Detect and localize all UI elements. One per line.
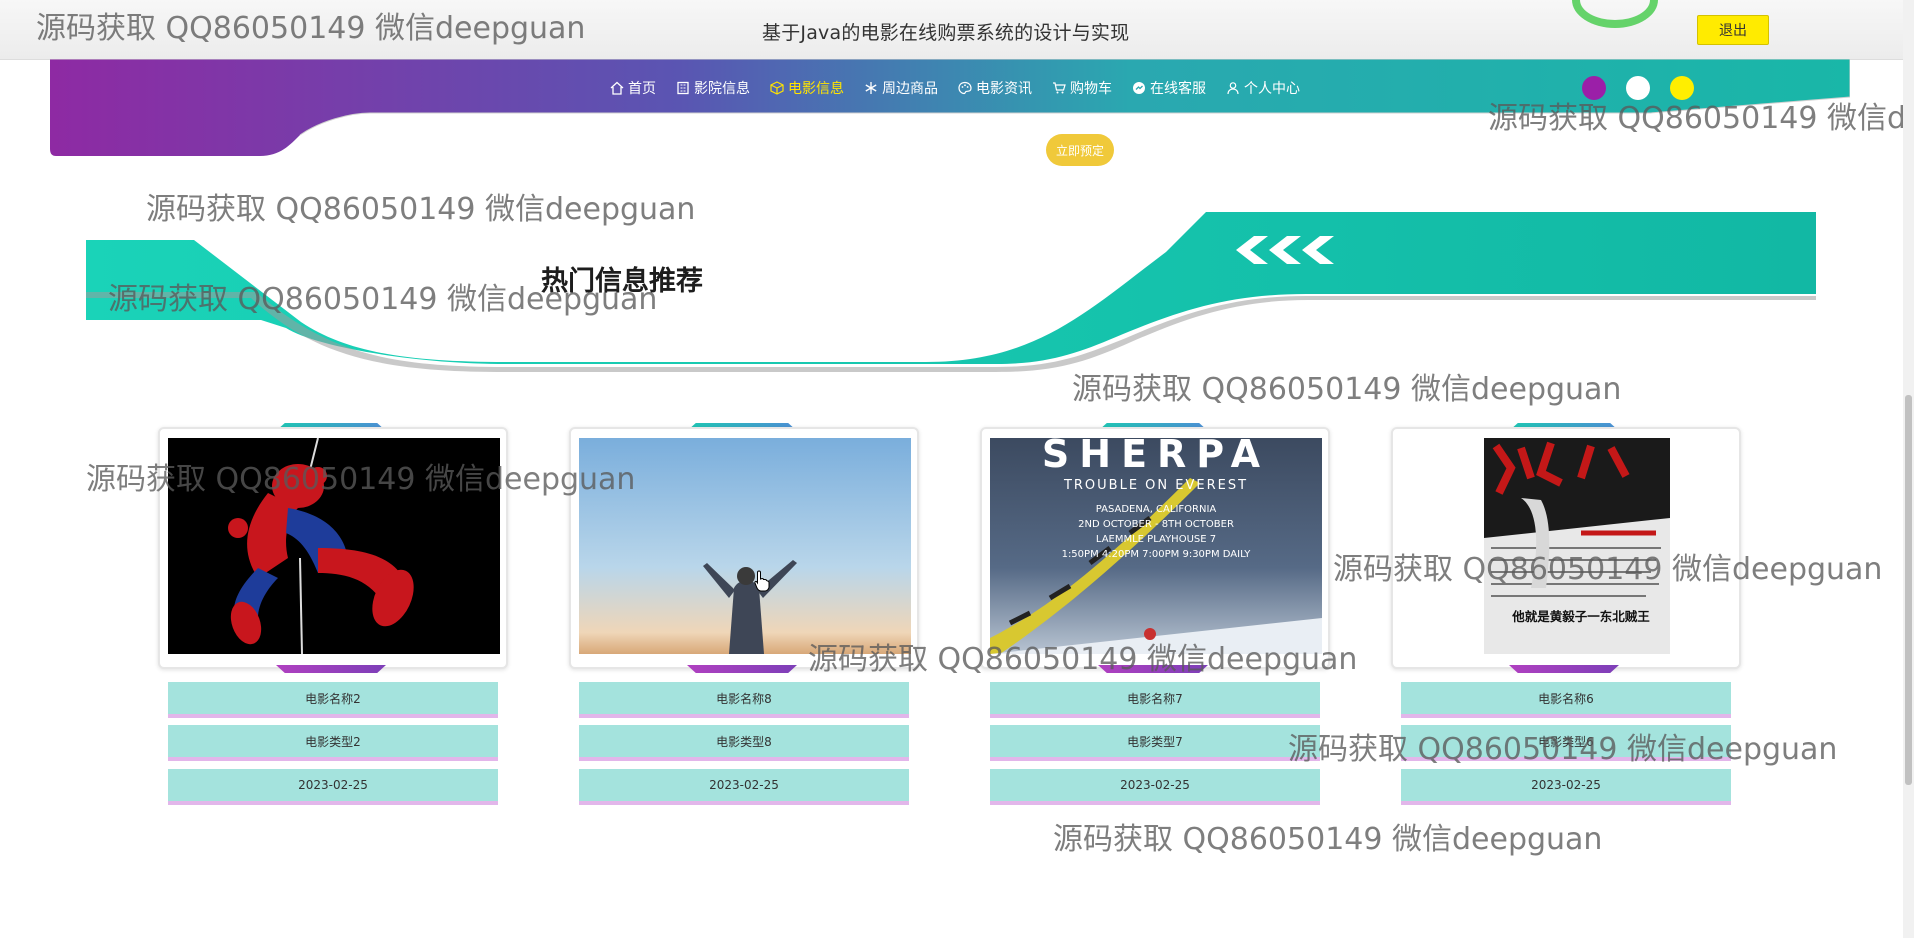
snowflake-icon xyxy=(864,81,878,95)
poster-subtitle: TROUBLE ON EVEREST xyxy=(1063,478,1249,493)
nav-item-label: 周边商品 xyxy=(882,81,938,97)
poster-title: 他就是黄毅子一东北贼王 xyxy=(1512,609,1650,624)
hand-cursor-icon xyxy=(754,570,770,596)
movie-type: 电影类型6 xyxy=(1401,725,1731,761)
movie-date: 2023-02-25 xyxy=(168,769,498,805)
book-now-button[interactable]: 立即预定 xyxy=(1046,134,1114,166)
support-icon xyxy=(1132,81,1146,95)
poster-line: 2ND OCTOBER - 8TH OCTOBER xyxy=(1078,519,1234,530)
home-icon xyxy=(610,81,624,95)
section-title: 热门信息推荐 xyxy=(541,266,703,297)
movie-date: 2023-02-25 xyxy=(990,769,1320,805)
nav-item-home[interactable]: 首页 xyxy=(600,76,666,100)
movie-poster-sherpa[interactable]: SHERPA TROUBLE ON EVEREST PASADENA, CALI… xyxy=(990,438,1322,654)
nav-item-label: 在线客服 xyxy=(1150,81,1206,97)
logout-button[interactable]: 退出 xyxy=(1697,15,1769,45)
movie-type: 电影类型8 xyxy=(579,725,909,761)
main-nav: 首页 影院信息 电影信息 周边商品 电影资讯 购物车 在线客服 个人中心 xyxy=(600,76,1310,100)
nav-item-label: 影院信息 xyxy=(694,81,750,97)
movie-date: 2023-02-25 xyxy=(1401,769,1731,805)
movie-poster-sky-person[interactable] xyxy=(579,438,911,654)
movie-name: 电影名称8 xyxy=(579,682,909,718)
movie-card[interactable]: 他就是黄毅子一东北贼王 电影名称6 电影类型6 2023-02-25 xyxy=(1391,423,1741,805)
nav-item-label: 电影资讯 xyxy=(976,81,1032,97)
movie-name: 电影名称6 xyxy=(1401,682,1731,718)
card-bottom-tab xyxy=(687,665,797,673)
movie-type: 电影类型2 xyxy=(168,725,498,761)
watermark-text: 源码获取 QQ86050149 微信deepguan xyxy=(1053,822,1603,857)
scrollbar-thumb[interactable] xyxy=(1905,395,1912,785)
movie-name: 电影名称7 xyxy=(990,682,1320,718)
palette-icon xyxy=(958,81,972,95)
nav-banner xyxy=(50,59,1850,156)
movie-type: 电影类型7 xyxy=(990,725,1320,761)
movie-poster-book-cover[interactable]: 他就是黄毅子一东北贼王 xyxy=(1401,438,1733,654)
movie-date: 2023-02-25 xyxy=(579,769,909,805)
decorative-ring xyxy=(1572,0,1658,28)
theme-color-switcher xyxy=(1582,76,1694,100)
nav-item-profile[interactable]: 个人中心 xyxy=(1216,76,1310,100)
nav-item-label: 购物车 xyxy=(1070,81,1112,97)
nav-item-merch[interactable]: 周边商品 xyxy=(854,76,948,100)
card-bottom-tab xyxy=(1509,665,1619,673)
nav-item-news[interactable]: 电影资讯 xyxy=(948,76,1042,100)
theme-dot-white[interactable] xyxy=(1626,76,1650,100)
movie-card[interactable]: 电影名称8 电影类型8 2023-02-25 xyxy=(569,423,919,805)
nav-item-movies[interactable]: 电影信息 xyxy=(760,76,854,100)
site-title: 基于Java的电影在线购票系统的设计与实现 xyxy=(762,22,1130,44)
card-bottom-tab xyxy=(1098,665,1208,673)
movie-card[interactable]: SHERPA TROUBLE ON EVEREST PASADENA, CALI… xyxy=(980,423,1330,805)
movie-card[interactable]: 电影名称2 电影类型2 2023-02-25 xyxy=(158,423,508,805)
nav-item-label: 个人中心 xyxy=(1244,81,1300,97)
nav-item-label: 电影信息 xyxy=(788,81,844,97)
top-bar: 基于Java的电影在线购票系统的设计与实现 退出 xyxy=(0,0,1914,60)
building-icon xyxy=(676,81,690,95)
user-icon xyxy=(1226,81,1240,95)
movie-name: 电影名称2 xyxy=(168,682,498,718)
nav-item-cart[interactable]: 购物车 xyxy=(1042,76,1122,100)
poster-title: SHERPA xyxy=(1041,438,1271,476)
card-bottom-tab xyxy=(276,665,386,673)
section-banner xyxy=(86,212,1816,372)
theme-dot-purple[interactable] xyxy=(1582,76,1606,100)
poster-line: PASADENA, CALIFORNIA xyxy=(1095,504,1217,515)
cube-icon xyxy=(770,81,784,95)
nav-item-cinemas[interactable]: 影院信息 xyxy=(666,76,760,100)
nav-item-support[interactable]: 在线客服 xyxy=(1122,76,1216,100)
poster-line: 1:50PM 4:20PM 7:00PM 9:30PM DAILY xyxy=(1061,549,1251,560)
theme-dot-yellow[interactable] xyxy=(1670,76,1694,100)
cart-icon xyxy=(1052,81,1066,95)
movie-poster-spider-man[interactable] xyxy=(168,438,500,654)
nav-item-label: 首页 xyxy=(628,81,656,97)
poster-line: LAEMMLE PLAYHOUSE 7 xyxy=(1095,534,1217,545)
